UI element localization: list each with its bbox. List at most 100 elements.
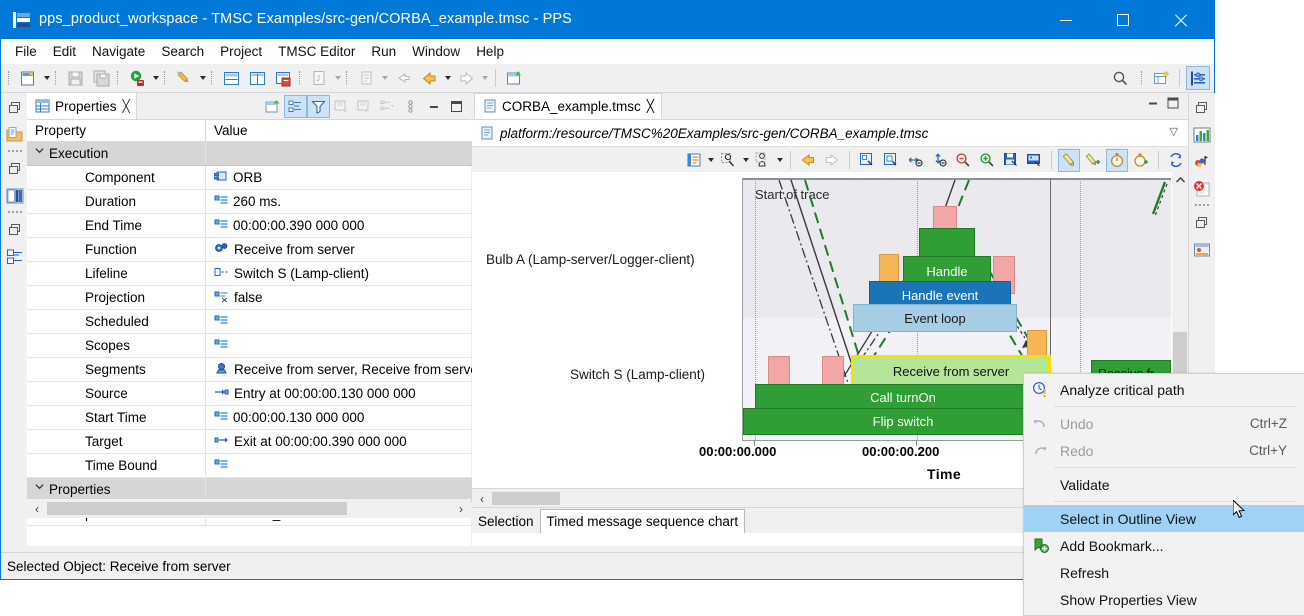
property-value[interactable]: Receive from server	[205, 237, 489, 262]
open-type-icon[interactable]: J	[307, 66, 331, 90]
menu-item-add-bookmark[interactable]: Add Bookmark...	[1024, 532, 1304, 559]
search-icon[interactable]	[1108, 66, 1132, 90]
property-value[interactable]: 00:00:00.130 000 000	[205, 405, 489, 430]
maximize-icon[interactable]	[1166, 96, 1180, 113]
property-value[interactable]: Entry at 00:00:00.130 000 000	[205, 381, 489, 406]
chart-bar-call-turnon[interactable]: Call turnOn	[755, 384, 1051, 410]
show-messages-icon[interactable]	[1058, 148, 1081, 172]
menu-run[interactable]: Run	[363, 41, 404, 62]
menu-edit[interactable]: Edit	[45, 41, 84, 62]
highlight-options-dropdown[interactable]	[740, 149, 750, 171]
scrollbar-thumb[interactable]	[492, 492, 560, 505]
property-value[interactable]	[205, 309, 489, 334]
new-editor-icon[interactable]	[502, 66, 526, 90]
run-icon[interactable]	[125, 66, 149, 90]
toolbar-grip-6[interactable]	[298, 69, 304, 87]
minimize-restore-icon-2[interactable]	[2, 156, 27, 181]
minimize-restore-icon[interactable]	[2, 95, 27, 120]
tab-timed-message-sequence-chart[interactable]: Timed message sequence chart	[539, 509, 746, 533]
view-menu-icon[interactable]	[399, 95, 422, 118]
save-icon[interactable]	[63, 66, 87, 90]
properties-row[interactable]: Target Exit at 00:00:00.390 000 000	[27, 429, 489, 454]
metrics-view-icon[interactable]	[1189, 149, 1214, 174]
tab-selection[interactable]: Selection	[472, 510, 540, 533]
lifeline-options-dropdown[interactable]	[775, 149, 785, 171]
chart-view-icon[interactable]	[1189, 122, 1214, 147]
restore-layout-icon[interactable]	[271, 66, 295, 90]
zoom-fit-icon[interactable]	[880, 149, 902, 172]
save-image-icon[interactable]	[1000, 149, 1022, 172]
minimize-restore-icon-2[interactable]	[1189, 210, 1214, 235]
launch-icon[interactable]	[172, 66, 196, 90]
scroll-left-button[interactable]: ‹	[27, 499, 47, 518]
run-dropdown[interactable]	[150, 67, 161, 89]
menu-item-refresh[interactable]: Refresh	[1024, 559, 1304, 586]
toolbar-grip-7[interactable]	[345, 69, 351, 87]
menu-tmsc-editor[interactable]: TMSC Editor	[270, 41, 363, 62]
property-value[interactable]: false	[205, 285, 489, 310]
forward-icon[interactable]	[454, 66, 478, 90]
export-image-icon[interactable]	[1023, 149, 1045, 172]
zoom-selection-icon[interactable]	[856, 149, 878, 172]
property-value[interactable]	[205, 141, 489, 166]
menu-navigate[interactable]: Navigate	[84, 41, 153, 62]
toolbar-grip[interactable]	[7, 69, 13, 87]
show-view-options-icon[interactable]	[683, 149, 705, 172]
toolbar-grip-8[interactable]	[1140, 69, 1146, 87]
close-icon[interactable]: ╳	[123, 99, 130, 113]
outline-view-icon[interactable]	[2, 244, 27, 269]
refresh-icon[interactable]	[1165, 149, 1187, 172]
scroll-left-button[interactable]: ‹	[472, 489, 492, 508]
pin-to-selection-icon[interactable]	[330, 95, 353, 118]
properties-row[interactable]: Time Bound	[27, 453, 489, 478]
property-value[interactable]: Switch S (Lamp-client)	[205, 261, 489, 286]
filter-icon[interactable]	[307, 95, 330, 118]
property-value[interactable]: Exit at 00:00:00.390 000 000	[205, 429, 489, 454]
previous-icon[interactable]	[797, 149, 819, 172]
problems-view-icon[interactable]	[1189, 176, 1214, 201]
properties-row[interactable]: Segments Receive from server, Receive fro…	[27, 357, 489, 382]
menu-project[interactable]: Project	[212, 41, 270, 62]
console-view-icon[interactable]	[1189, 237, 1214, 262]
zoom-out-icon[interactable]	[952, 149, 974, 172]
menu-file[interactable]: File	[7, 41, 45, 62]
new-view-icon[interactable]	[261, 95, 284, 118]
tab-corba-example[interactable]: CORBA_example.tmsc ╳	[474, 93, 663, 119]
toggle-vertical-layout-icon[interactable]	[245, 66, 269, 90]
show-advanced-icon[interactable]	[376, 95, 399, 118]
menu-help[interactable]: Help	[468, 41, 512, 62]
forward-dropdown[interactable]	[479, 67, 490, 89]
restore-default-icon[interactable]	[353, 95, 376, 118]
model-library-icon[interactable]	[2, 183, 27, 208]
tmsc-perspective-icon[interactable]	[1186, 66, 1210, 90]
property-value[interactable]	[205, 453, 489, 478]
properties-group-row[interactable]: Execution	[27, 141, 489, 166]
open-type-dropdown[interactable]	[332, 67, 343, 89]
next-annotation-dropdown[interactable]	[379, 67, 390, 89]
show-message-labels-icon[interactable]	[1082, 149, 1104, 172]
minimize-restore-icon-3[interactable]	[2, 217, 27, 242]
back-dropdown[interactable]	[442, 67, 453, 89]
last-edit-location-icon[interactable]	[391, 66, 415, 90]
back-icon[interactable]	[417, 66, 441, 90]
chart-bar-flip-switch[interactable]: Flip switch	[743, 408, 1063, 435]
toolbar-grip-5[interactable]	[210, 69, 216, 87]
close-icon[interactable]: ╳	[647, 99, 654, 113]
properties-row[interactable]: Source Entry at 00:00:00.130 000 000	[27, 381, 489, 406]
menu-window[interactable]: Window	[404, 41, 468, 62]
toolbar-grip-4[interactable]	[163, 69, 169, 87]
properties-row[interactable]: Duration 260 ms.	[27, 189, 489, 214]
zoom-in-vertical-icon[interactable]	[928, 149, 950, 172]
menu-item-validate[interactable]: Validate	[1024, 471, 1304, 498]
menu-item-redo[interactable]: Redo Ctrl+Y	[1024, 437, 1304, 464]
properties-row[interactable]: Scopes	[27, 333, 489, 358]
new-wizard-icon[interactable]	[16, 66, 40, 90]
highlight-options-icon[interactable]	[717, 149, 739, 172]
show-categories-icon[interactable]	[284, 95, 307, 118]
properties-row[interactable]: Start Time 00:00:00.130 000 000	[27, 405, 489, 430]
scroll-right-button[interactable]: ›	[451, 499, 471, 518]
new-wizard-dropdown[interactable]	[41, 67, 52, 89]
properties-row[interactable]: Scheduled	[27, 309, 489, 334]
view-options-dropdown[interactable]	[706, 149, 716, 171]
lifeline-options-icon[interactable]	[752, 149, 774, 172]
